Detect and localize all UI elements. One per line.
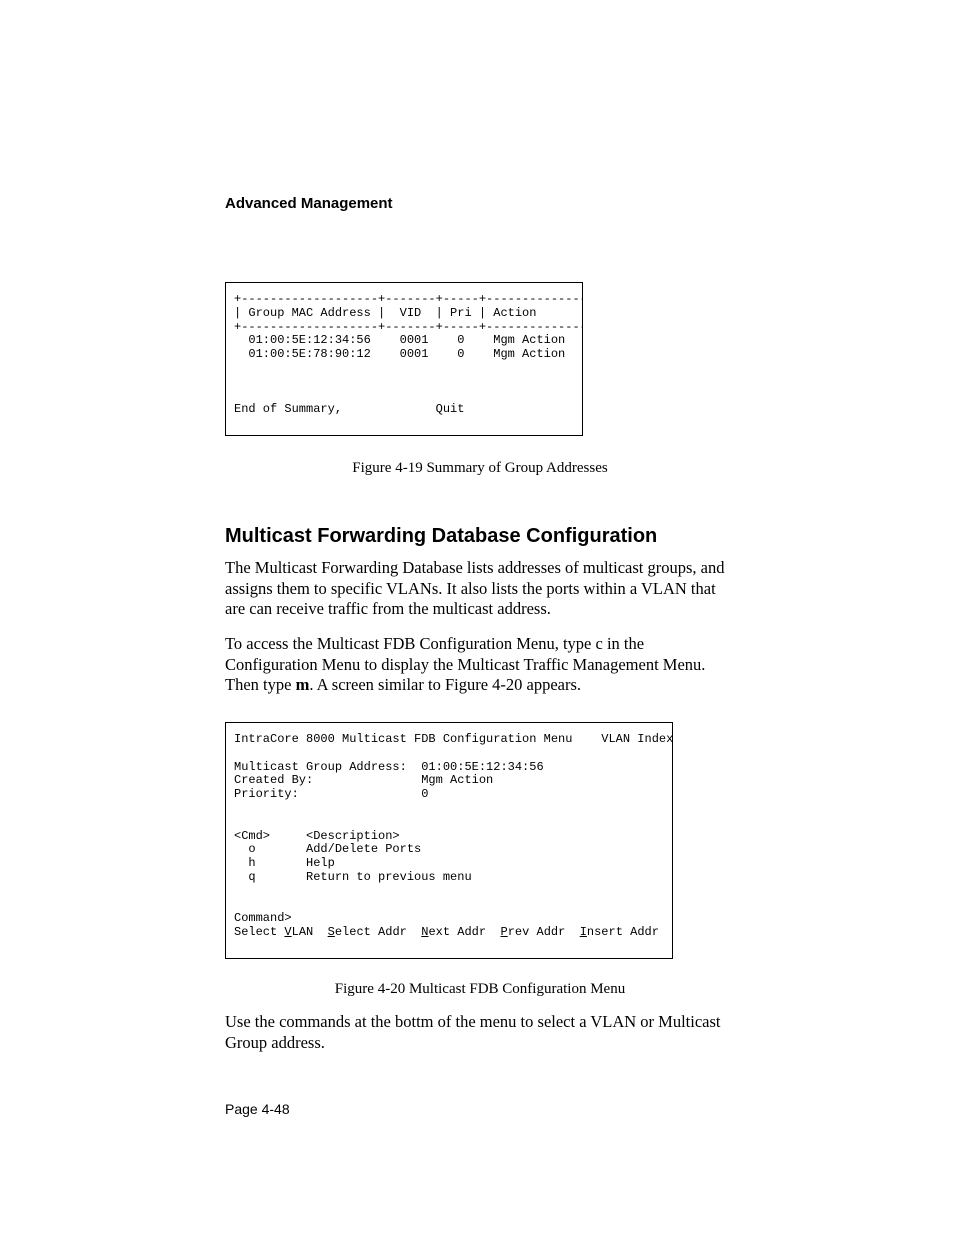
text: elect Addr (335, 925, 421, 939)
field-line: Created By: Mgm Action (234, 773, 493, 787)
cmd-row: q Return to previous menu (234, 870, 472, 884)
figure-caption-2: Figure 4-20 Multicast FDB Configuration … (225, 981, 735, 998)
bold-key: m (296, 675, 310, 694)
text: ext Addr (428, 925, 500, 939)
section-heading: Multicast Forwarding Database Configurat… (225, 525, 735, 548)
text: . A screen similar to Figure 4-20 appear… (309, 675, 581, 694)
cmd-row: h Help (234, 856, 335, 870)
page-content: Advanced Management +-------------------… (225, 195, 735, 1117)
terminal-footer: End of Summary, Quit (234, 402, 464, 416)
text: LAN (292, 925, 328, 939)
text: Select (234, 925, 284, 939)
hotkey: S (328, 925, 335, 939)
hotkey: P (500, 925, 507, 939)
running-head: Advanced Management (225, 195, 735, 212)
text: rev Addr (508, 925, 580, 939)
terminal-config-box: IntraCore 8000 Multicast FDB Configurati… (225, 722, 673, 959)
terminal-title: IntraCore 8000 Multicast FDB Configurati… (234, 732, 572, 746)
table-header: | Group MAC Address | VID | Pri | Action (234, 306, 536, 320)
body-paragraph: The Multicast Forwarding Database lists … (225, 558, 735, 620)
terminal-summary-box: +-------------------+-------+-----+-----… (225, 282, 583, 436)
hotkey: I (580, 925, 587, 939)
hotkey: V (284, 925, 291, 939)
text: nsert Addr (587, 925, 673, 939)
rule: +-------------------+-------+-----+-----… (234, 320, 583, 334)
field-line: Priority: 0 (234, 787, 428, 801)
table-row: 01:00:5E:12:34:56 0001 0 Mgm Action (234, 333, 565, 347)
cmd-header: <Cmd> <Description> (234, 829, 400, 843)
body-paragraph: Use the commands at the bottm of the men… (225, 1012, 735, 1053)
menu-bar: Select VLAN Select Addr Next Addr Prev A… (234, 925, 673, 939)
vlan-index: VLAN Index: [01] (601, 732, 673, 746)
cmd-row: o Add/Delete Ports (234, 842, 421, 856)
figure-caption-1: Figure 4-19 Summary of Group Addresses (225, 460, 735, 477)
page-number: Page 4-48 (225, 1101, 735, 1117)
rule: +-------------------+-------+-----+-----… (234, 292, 583, 306)
command-prompt: Command> (234, 911, 292, 925)
body-paragraph: To access the Multicast FDB Configuratio… (225, 634, 735, 696)
field-line: Multicast Group Address: 01:00:5E:12:34:… (234, 760, 544, 774)
table-row: 01:00:5E:78:90:12 0001 0 Mgm Action (234, 347, 565, 361)
